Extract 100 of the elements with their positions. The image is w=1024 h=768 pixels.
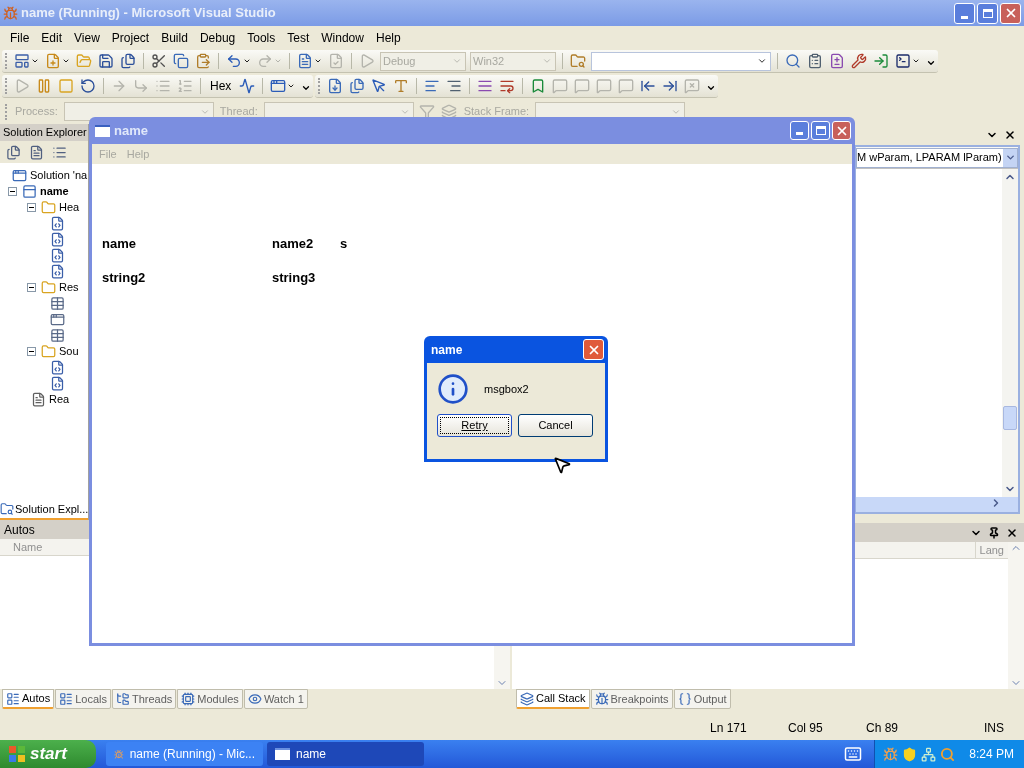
menu-item[interactable]: Project <box>105 28 156 47</box>
menu-item[interactable]: View <box>68 28 106 47</box>
close-button[interactable] <box>832 121 851 140</box>
menu-item[interactable]: File <box>4 28 36 47</box>
paste-icon <box>195 53 211 69</box>
network-icon[interactable] <box>921 746 937 762</box>
tree-item[interactable]: name <box>40 182 69 200</box>
code-file-icon <box>50 375 65 391</box>
taskbar-button[interactable]: name (Running) - Mic... <box>106 742 263 766</box>
tree-item[interactable]: Rea <box>49 390 70 408</box>
window-text: name2 <box>272 235 315 253</box>
menu-item[interactable]: Build <box>155 28 194 47</box>
dialog-button[interactable]: Cancel <box>518 414 593 437</box>
align-right-icon <box>446 78 463 94</box>
align-justify-icon <box>477 78 494 94</box>
open-folder-icon <box>76 53 92 69</box>
maximize-button[interactable] <box>811 121 830 140</box>
project-icon <box>22 183 37 199</box>
variables-window-icon <box>59 692 74 706</box>
close-button[interactable] <box>1000 2 1021 24</box>
minimize-button[interactable] <box>954 2 975 24</box>
document-check-icon <box>328 53 344 69</box>
vertical-scrollbar[interactable] <box>1002 169 1018 497</box>
folder-icon <box>41 199 56 215</box>
add-item-icon <box>45 53 61 69</box>
menu-item[interactable]: Help <box>369 28 407 47</box>
panel-tab[interactable]: Breakpoints <box>590 689 673 709</box>
status-text: Ln 171 <box>709 719 748 737</box>
maximize-button[interactable] <box>977 2 998 24</box>
panel-tab[interactable]: Watch 1 <box>243 689 308 709</box>
tree-item[interactable]: Sou <box>59 342 79 360</box>
resource-file-icon <box>50 327 65 343</box>
header-file-icon <box>50 263 65 279</box>
caret-icon <box>62 57 70 65</box>
panel-tab[interactable]: Autos <box>2 689 55 709</box>
member-combo[interactable]: M wParam, LPARAM lParam) <box>856 147 1018 168</box>
tree-item[interactable]: Hea <box>59 198 80 216</box>
horizontal-scrollbar[interactable] <box>856 497 1018 512</box>
panel-tab[interactable]: Threads <box>111 689 177 709</box>
dropdown-button[interactable] <box>1003 148 1017 167</box>
panel-title: Solution Explorer <box>3 125 87 141</box>
toolbar-label: Thread: <box>218 104 259 120</box>
caret-icon <box>912 57 920 65</box>
list-icon <box>155 78 171 94</box>
pointer-icon <box>371 78 388 94</box>
dialog-button[interactable]: Retry <box>437 414 512 437</box>
status-text: Ch 89 <box>865 719 900 737</box>
dialog-file-icon <box>50 311 65 327</box>
close-icon[interactable] <box>1006 526 1018 539</box>
chevron-icon <box>706 83 717 93</box>
wrench-icon <box>851 53 867 69</box>
enter-icon <box>873 53 889 69</box>
menu-item[interactable]: Edit <box>35 28 69 47</box>
view-code-icon[interactable] <box>52 144 67 160</box>
comment-icon <box>596 78 613 94</box>
play-icon <box>14 78 30 94</box>
taskbar-button[interactable]: name <box>267 742 424 766</box>
window-icon <box>95 124 110 137</box>
shield-icon[interactable] <box>902 746 918 762</box>
expander-icon[interactable] <box>8 186 17 196</box>
tree-item[interactable]: Solution 'na <box>30 166 88 184</box>
menu-item[interactable]: Debug <box>193 28 242 47</box>
panel-tab[interactable]: Modules <box>177 689 243 709</box>
header-file-icon <box>50 247 65 263</box>
caret-icon <box>243 57 251 65</box>
hex-button[interactable]: Hex <box>205 77 237 95</box>
keyboard-icon[interactable] <box>844 745 863 763</box>
mouse-cursor-icon <box>552 455 572 475</box>
panel-tab[interactable]: Output <box>673 689 731 709</box>
combo-value: M wParam, LPARAM lParam) <box>857 150 1003 166</box>
tree-item[interactable]: Res <box>59 278 79 296</box>
expander-icon[interactable] <box>27 346 36 356</box>
expander-icon[interactable] <box>27 282 36 292</box>
panel-tab[interactable]: Call Stack <box>516 689 590 709</box>
vertical-scrollbar[interactable] <box>1008 542 1024 689</box>
resource-file-icon <box>50 295 65 311</box>
next-bookmark-icon <box>662 78 679 94</box>
scroll-thumb[interactable] <box>1003 406 1017 430</box>
arrow-icon <box>111 78 127 94</box>
terminal-icon <box>895 53 911 69</box>
minimize-button[interactable] <box>790 121 809 140</box>
stack-icon <box>520 691 534 706</box>
menu-item[interactable]: Window <box>315 28 370 47</box>
menu-item[interactable]: Test <box>281 28 316 47</box>
save-all-icon <box>120 53 136 69</box>
app-logo-icon <box>3 5 18 21</box>
code-file-icon <box>50 359 65 375</box>
show-files-icon[interactable] <box>29 144 44 160</box>
properties-icon[interactable] <box>6 144 21 160</box>
expander-icon[interactable] <box>27 202 36 212</box>
pin-icon[interactable] <box>988 526 1000 539</box>
caret-icon <box>31 57 39 65</box>
panel-tab[interactable]: Locals <box>55 689 111 709</box>
panel-title: Autos <box>4 521 35 539</box>
copy-icon <box>173 53 189 69</box>
window-icon <box>270 78 287 94</box>
document-icon <box>297 53 313 69</box>
close-button[interactable] <box>583 339 604 360</box>
menu-item[interactable]: Tools <box>241 28 282 47</box>
close-icon[interactable] <box>1004 128 1016 141</box>
